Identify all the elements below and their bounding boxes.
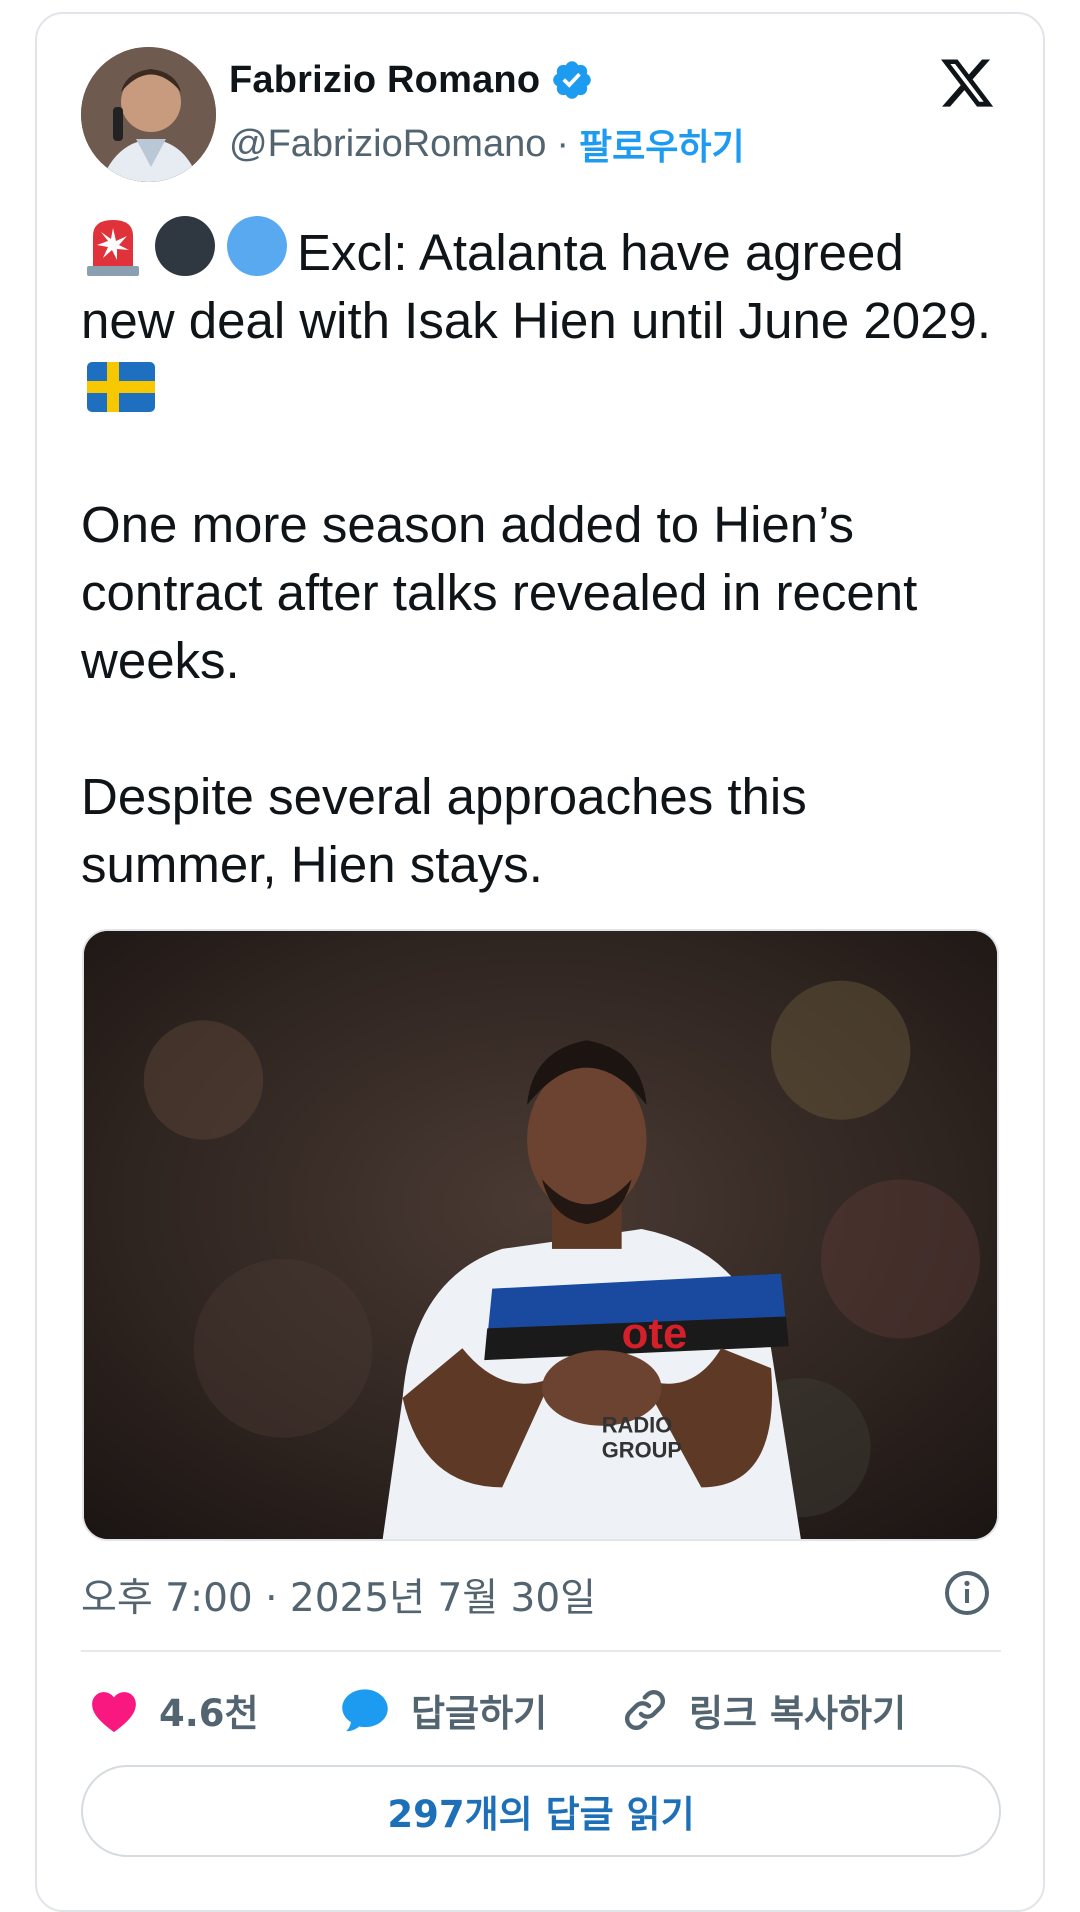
reply-bubble-icon (342, 1689, 388, 1732)
rotating-light-emoji (87, 220, 139, 276)
tweet-timestamp[interactable]: 오후 7:00 · 2025년 7월 30일 (81, 1567, 596, 1623)
author-handle[interactable]: @FabrizioRomano (229, 123, 546, 166)
svg-text:GROUP: GROUP (602, 1438, 682, 1463)
read-replies-button[interactable]: 297개의 답글 읽기 (81, 1765, 1001, 1857)
copy-link-button[interactable]: 링크 복사하기 (621, 1680, 906, 1740)
tweet-paragraph-3: Despite several approaches this summer, … (81, 768, 807, 893)
blue-circle-emoji (227, 216, 287, 276)
like-button[interactable]: 4.6천 (89, 1680, 259, 1740)
x-logo-icon[interactable] (936, 54, 998, 112)
follow-button[interactable]: 팔로우하기 (579, 118, 745, 170)
author-handle-row: @FabrizioRomano · 팔로우하기 (229, 118, 745, 170)
verified-badge-icon (553, 61, 592, 99)
tweet-paragraph-1: Excl: Atalanta have agreed new deal with… (81, 214, 1011, 423)
author-name[interactable]: Fabrizio Romano (229, 59, 540, 102)
svg-text:ote: ote (622, 1309, 688, 1358)
football-player-photo: ote RADIO GROUP (84, 931, 997, 1539)
reply-button[interactable]: 답글하기 (339, 1680, 547, 1740)
copy-link-label: 링크 복사하기 (689, 1692, 907, 1735)
like-count: 4.6천 (159, 1692, 259, 1735)
svg-text:RADIO: RADIO (602, 1413, 673, 1438)
author-name-row: Fabrizio Romano (229, 58, 594, 102)
heart-icon (92, 1692, 136, 1733)
link-icon (624, 1689, 666, 1731)
author-avatar[interactable] (81, 47, 216, 182)
tweet-paragraph-1-text: Excl: Atalanta have agreed new deal with… (81, 224, 992, 349)
reply-label: 답글하기 (411, 1692, 548, 1735)
black-circle-emoji (155, 216, 215, 276)
sweden-flag-emoji (87, 362, 155, 412)
tweet-actions: 4.6천 답글하기 링크 복사하기 (81, 1680, 1001, 1740)
divider (81, 1650, 1001, 1652)
profile-photo (81, 47, 216, 182)
separator: · (556, 122, 570, 165)
info-icon[interactable] (943, 1569, 991, 1617)
tweet-media[interactable]: ote RADIO GROUP (82, 929, 999, 1541)
tweet-paragraph-2: One more season added to Hien’s contract… (81, 496, 918, 689)
tweet-text: Excl: Atalanta have agreed new deal with… (81, 214, 1011, 899)
